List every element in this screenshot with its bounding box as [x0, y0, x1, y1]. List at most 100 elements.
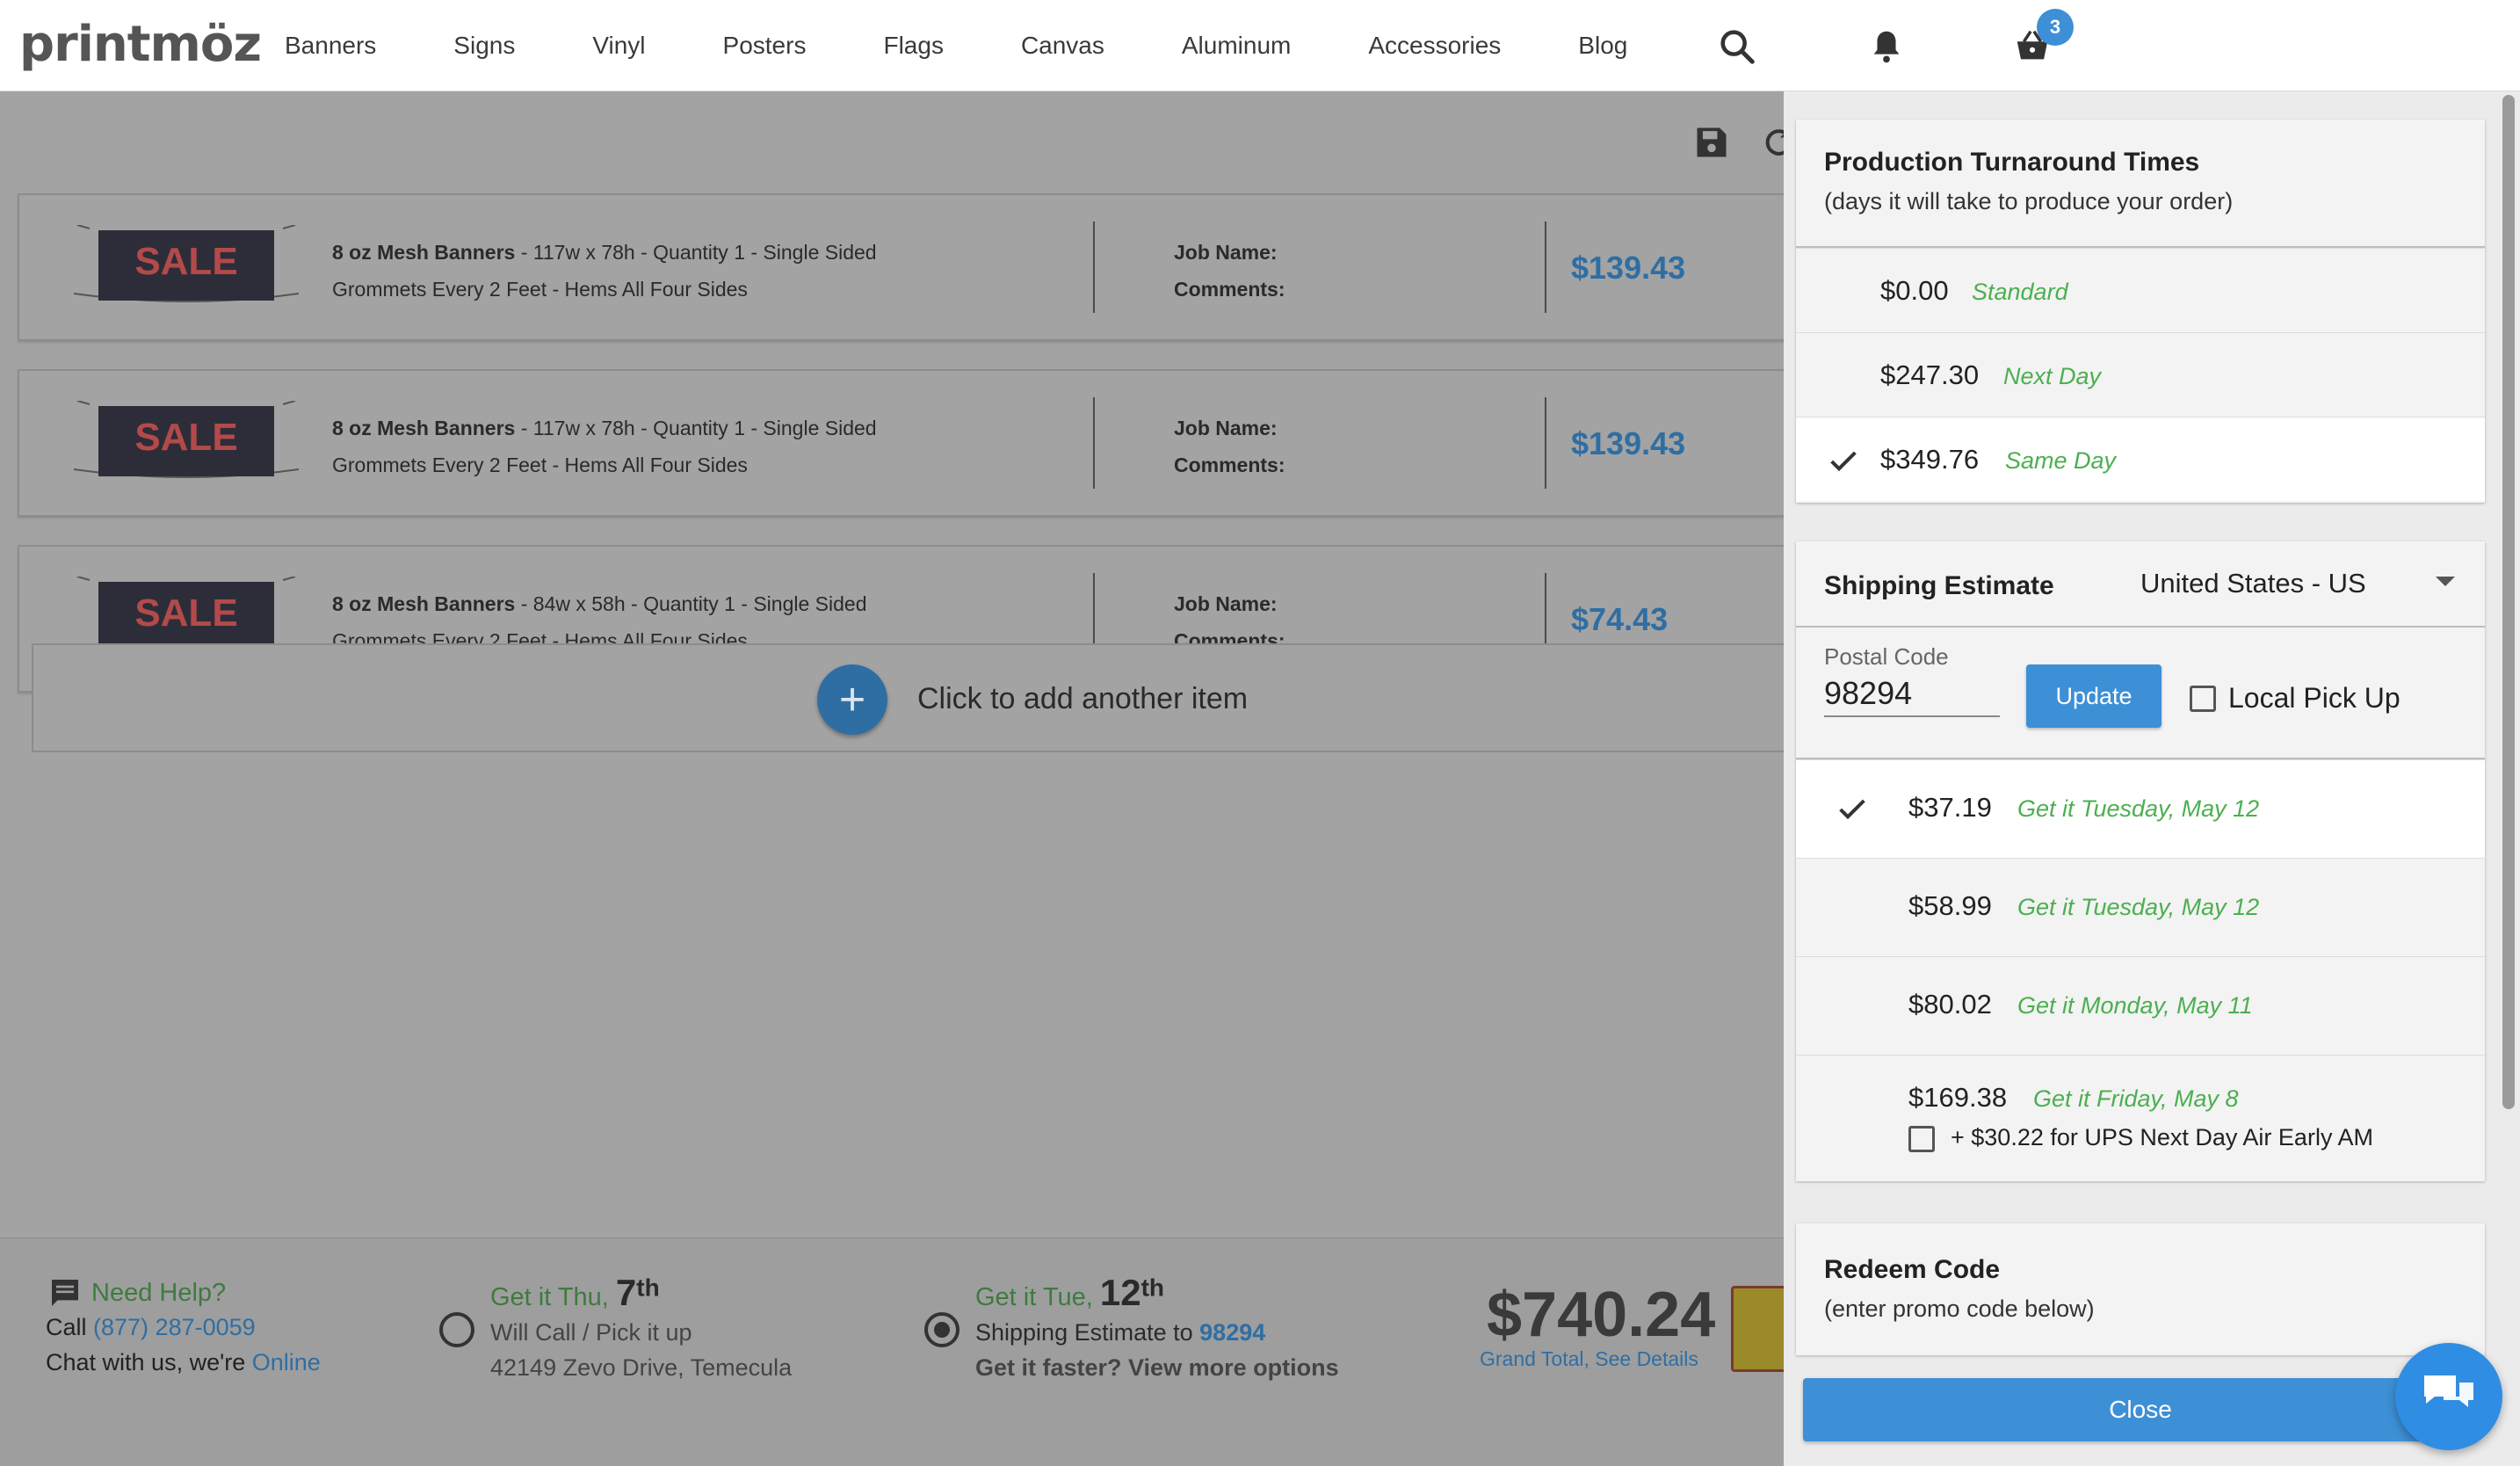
postal-code-input[interactable]	[1824, 671, 2000, 717]
item-description: 8 oz Mesh Banners - 117w x 78h - Quantit…	[332, 234, 877, 308]
shipping-price: $58.99	[1908, 890, 1992, 921]
check-icon	[1839, 799, 1865, 820]
check-icon	[1830, 451, 1857, 472]
shipping-eta: Get it Monday, May 11	[2017, 992, 2253, 1019]
add-item-button[interactable]: +	[817, 664, 887, 735]
pickup-day-suffix: th	[636, 1274, 660, 1302]
comments-label[interactable]: Comments:	[1174, 446, 1285, 483]
panel-scrollbar[interactable]	[2502, 95, 2515, 1109]
option-label: Standard	[1972, 279, 2068, 305]
job-name-label[interactable]: Job Name:	[1174, 234, 1285, 271]
item-options: Grommets Every 2 Feet - Hems All Four Si…	[332, 278, 748, 301]
thumbnail-text: SALE	[134, 591, 237, 635]
postal-code-row: Postal Code Update Local Pick Up	[1796, 628, 2485, 758]
item-spec: - 117w x 78h - Quantity 1 - Single Sided	[515, 417, 877, 439]
cart-item[interactable]: SALE 8 oz Mesh Banners - 117w x 78h - Qu…	[18, 193, 1784, 341]
product-thumbnail: SALE	[74, 401, 299, 478]
phone-link[interactable]: (877) 287-0059	[93, 1314, 256, 1340]
chat-icon	[2424, 1375, 2473, 1407]
chat-line: Chat with us, we're Online	[46, 1349, 321, 1376]
shipping-day: 12	[1099, 1272, 1141, 1313]
shipping-zip-link[interactable]: 98294	[1199, 1319, 1265, 1346]
turnaround-option-next-day[interactable]: $247.30 Next Day	[1796, 332, 2485, 417]
save-icon[interactable]	[1692, 123, 1731, 162]
main-nav: Banners Signs Vinyl Posters Flags Canvas…	[285, 0, 1627, 91]
divider	[1093, 221, 1095, 313]
pickup-day: 7	[615, 1272, 637, 1313]
nav-signs[interactable]: Signs	[453, 32, 515, 60]
item-meta: Job Name: Comments:	[1174, 410, 1285, 483]
option-label: Same Day	[2005, 447, 2117, 474]
pickup-date: Get it Thu, 7th	[490, 1272, 660, 1314]
search-icon[interactable]	[1717, 26, 1757, 67]
turnaround-option-standard[interactable]: $0.00 Standard	[1796, 248, 2485, 332]
turnaround-card: Production Turnaround Times (days it wil…	[1796, 120, 2485, 503]
close-button[interactable]: Close	[1803, 1378, 2478, 1441]
chevron-down-icon[interactable]	[2436, 577, 2455, 586]
redeem-code-card: Redeem Code (enter promo code below)	[1796, 1223, 2485, 1355]
item-description: 8 oz Mesh Banners - 117w x 78h - Quantit…	[332, 410, 877, 483]
chat-bubble-icon	[52, 1280, 78, 1306]
item-product: 8 oz Mesh Banners	[332, 241, 516, 264]
bell-icon[interactable]	[1866, 26, 1907, 67]
nav-canvas[interactable]: Canvas	[1021, 32, 1104, 60]
add-item-label[interactable]: Click to add another item	[917, 682, 1248, 716]
chat-prefix: Chat with us, we're	[46, 1349, 252, 1375]
shipping-option[interactable]: $169.38 Get it Friday, May 8 + $30.22 fo…	[1796, 1055, 2485, 1179]
local-pickup-label[interactable]: Local Pick Up	[2228, 682, 2401, 715]
product-thumbnail: SALE	[74, 225, 299, 302]
shipping-day-suffix: th	[1141, 1274, 1164, 1302]
logo[interactable]: printmöz	[19, 16, 262, 73]
local-pickup-checkbox[interactable]	[2190, 686, 2216, 712]
divider	[1545, 397, 1546, 489]
shipping-radio[interactable]	[924, 1312, 959, 1347]
nav-posters[interactable]: Posters	[723, 32, 807, 60]
option-price: $247.30	[1880, 359, 1980, 390]
item-spec: - 117w x 78h - Quantity 1 - Single Sided	[515, 241, 877, 264]
pickup-address[interactable]: 42149 Zevo Drive, Temecula	[490, 1354, 792, 1382]
view-more-options-link[interactable]: Get it faster? View more options	[975, 1354, 1339, 1382]
cart-item[interactable]: SALE 8 oz Mesh Banners - 117w x 78h - Qu…	[18, 369, 1784, 517]
shipping-option[interactable]: $58.99 Get it Tuesday, May 12	[1796, 858, 2485, 956]
grand-total-details-link[interactable]: Grand Total, See Details	[1480, 1347, 1698, 1371]
early-am-checkbox[interactable]	[1908, 1126, 1935, 1152]
divider	[1545, 221, 1546, 313]
cart-count-badge: 3	[2037, 9, 2074, 46]
pickup-radio[interactable]	[439, 1312, 474, 1347]
shipping-option[interactable]: $37.19 Get it Tuesday, May 12	[1796, 759, 2485, 858]
job-name-label[interactable]: Job Name:	[1174, 585, 1285, 622]
thumbnail-text: SALE	[134, 240, 237, 283]
comments-label[interactable]: Comments:	[1174, 271, 1285, 308]
call-line: Call (877) 287-0059	[46, 1314, 256, 1341]
nav-blog[interactable]: Blog	[1578, 32, 1627, 60]
chat-online-link[interactable]: Online	[252, 1349, 321, 1375]
country-select[interactable]: United States - US	[2140, 568, 2366, 599]
divider	[1093, 397, 1095, 489]
call-prefix: Call	[46, 1314, 94, 1340]
nav-flags[interactable]: Flags	[883, 32, 943, 60]
nav-accessories[interactable]: Accessories	[1368, 32, 1501, 60]
item-price: $139.43	[1571, 250, 1686, 286]
early-am-label[interactable]: + $30.22 for UPS Next Day Air Early AM	[1951, 1124, 2373, 1151]
nav-banners[interactable]: Banners	[285, 32, 376, 60]
job-name-label[interactable]: Job Name:	[1174, 410, 1285, 446]
chat-launcher-button[interactable]	[2395, 1343, 2502, 1450]
item-meta: Job Name: Comments:	[1174, 234, 1285, 308]
item-price: $74.43	[1571, 601, 1669, 637]
redeem-title: Redeem Code	[1824, 1255, 2001, 1284]
add-item-row[interactable]: + Click to add another item	[32, 643, 1789, 752]
grand-total: $740.24	[1487, 1280, 1716, 1350]
nav-aluminum[interactable]: Aluminum	[1182, 32, 1291, 60]
shipping-eta: Get it Tuesday, May 12	[2017, 894, 2260, 920]
thumbnail-text: SALE	[134, 416, 237, 459]
turnaround-option-same-day[interactable]: $349.76 Same Day	[1796, 417, 2485, 501]
shipping-eta: Get it Tuesday, May 12	[2017, 795, 2260, 822]
shipping-price: $169.38	[1908, 1082, 2008, 1113]
top-navigation-bar: printmöz Banners Signs Vinyl Posters Fla…	[0, 0, 2520, 91]
update-button[interactable]: Update	[2026, 664, 2162, 728]
need-help: Need Help?	[47, 1275, 226, 1310]
nav-vinyl[interactable]: Vinyl	[592, 32, 645, 60]
shipping-option[interactable]: $80.02 Get it Monday, May 11	[1796, 956, 2485, 1055]
option-label: Next Day	[2003, 363, 2102, 389]
item-product: 8 oz Mesh Banners	[332, 592, 516, 615]
